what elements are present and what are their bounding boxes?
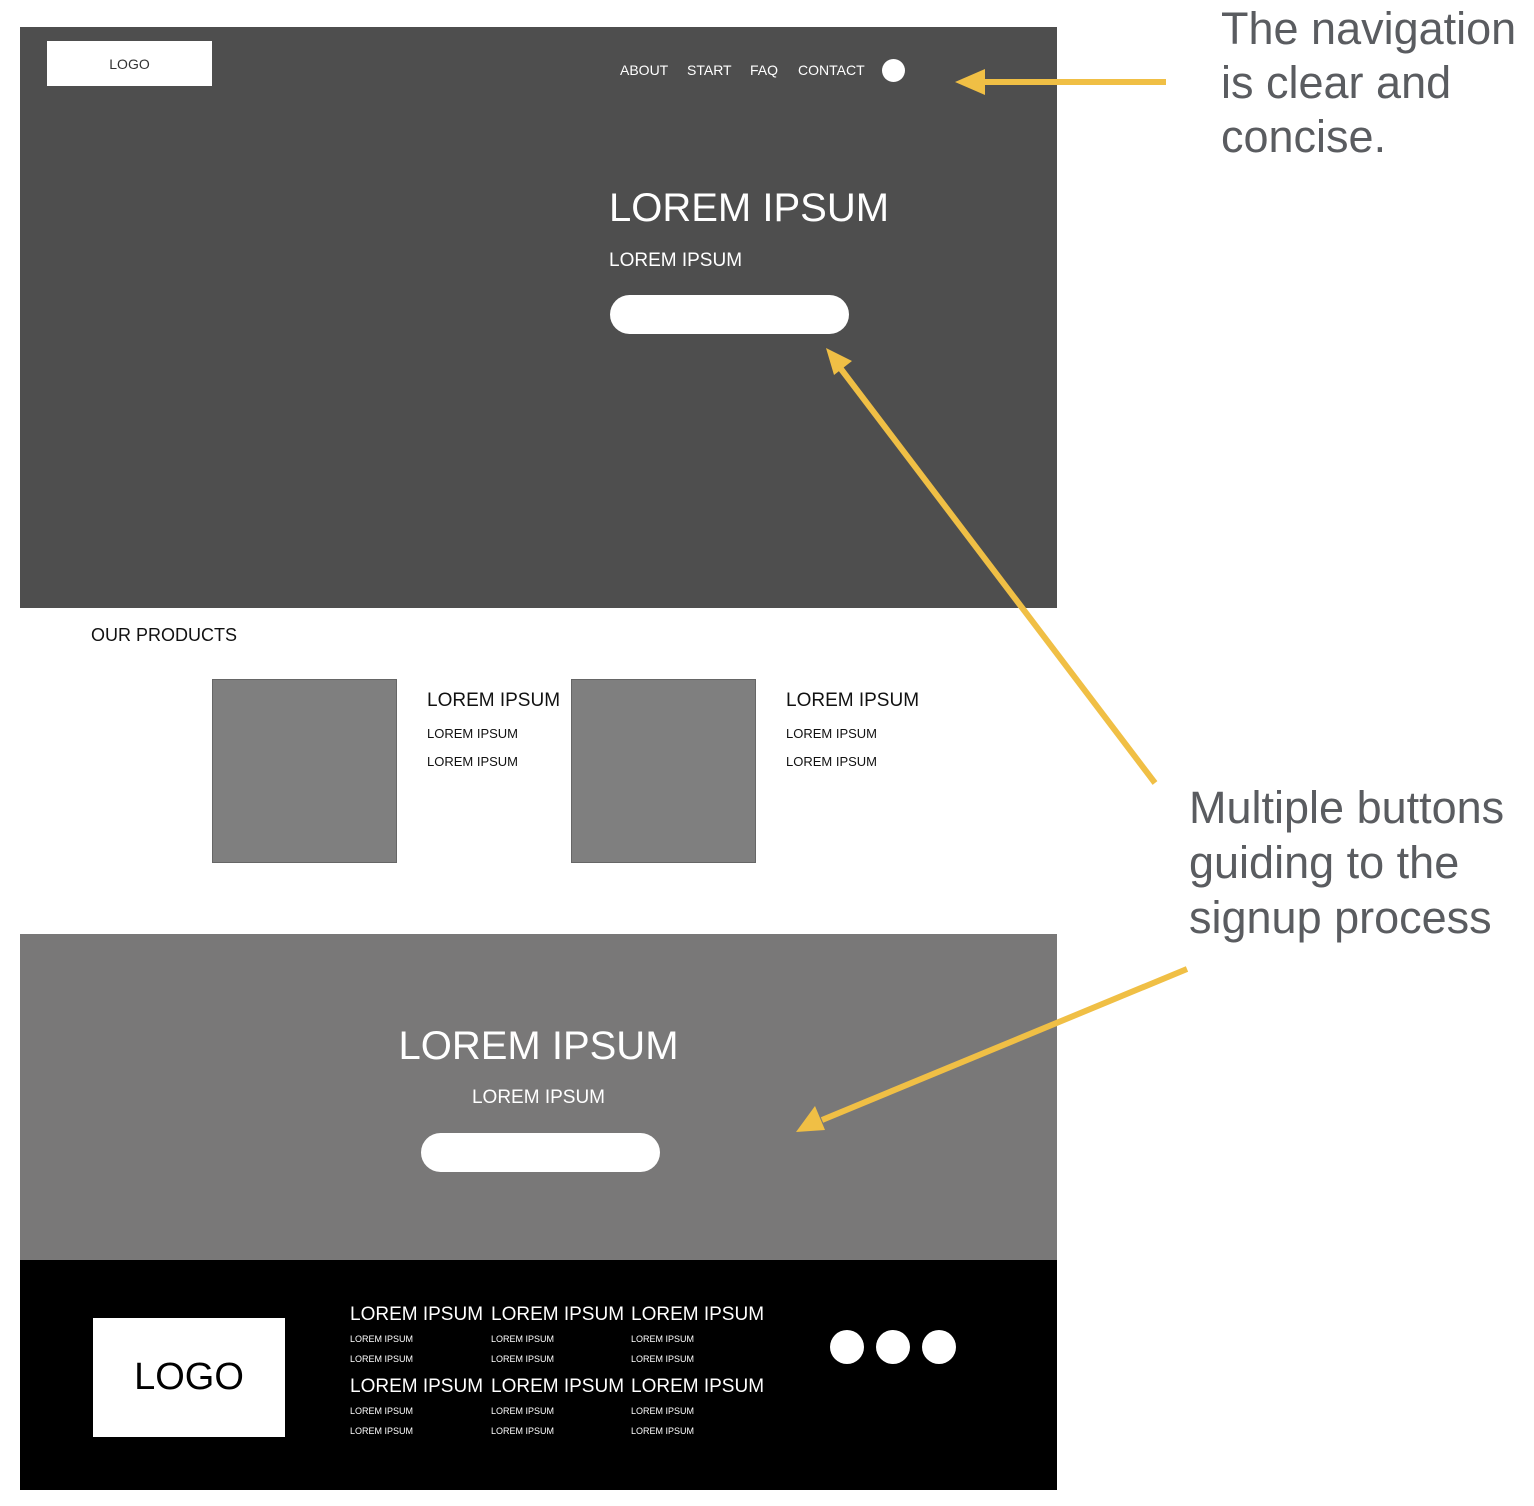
nav-start-link[interactable]: START bbox=[687, 62, 732, 79]
nav-about-link[interactable]: ABOUT bbox=[620, 62, 668, 79]
hero-subtitle: LOREM IPSUM bbox=[609, 250, 743, 271]
footer-column-title[interactable]: LOREM IPSUM bbox=[631, 1376, 764, 1398]
products-heading: OUR PRODUCTS bbox=[91, 625, 238, 645]
product-detail: LOREM IPSUM bbox=[427, 726, 519, 741]
product-image[interactable] bbox=[212, 679, 397, 863]
cta-signup-button[interactable] bbox=[421, 1133, 660, 1172]
footer-link[interactable]: LOREM IPSUM bbox=[350, 1406, 413, 1417]
annotation-buttons-line: guiding to the bbox=[1189, 837, 1460, 888]
annotation-buttons-line: signup process bbox=[1189, 892, 1492, 943]
nav-profile-icon[interactable] bbox=[882, 59, 905, 82]
product-title: LOREM IPSUM bbox=[786, 690, 920, 711]
footer-column-title[interactable]: LOREM IPSUM bbox=[631, 1304, 764, 1326]
annotation-navigation-line: is clear and bbox=[1221, 57, 1452, 108]
social-icon[interactable] bbox=[830, 1330, 864, 1364]
footer-link[interactable]: LOREM IPSUM bbox=[491, 1334, 554, 1345]
nav-contact-link[interactable]: CONTACT bbox=[798, 62, 865, 79]
footer-link[interactable]: LOREM IPSUM bbox=[631, 1426, 694, 1437]
footer-logo[interactable]: LOGO bbox=[93, 1318, 285, 1437]
cta-title: LOREM IPSUM bbox=[398, 1024, 679, 1068]
footer-link[interactable]: LOREM IPSUM bbox=[350, 1354, 413, 1365]
footer-link[interactable]: LOREM IPSUM bbox=[491, 1406, 554, 1417]
footer-column-title[interactable]: LOREM IPSUM bbox=[350, 1304, 483, 1326]
social-icon[interactable] bbox=[922, 1330, 956, 1364]
social-icon[interactable] bbox=[876, 1330, 910, 1364]
product-detail: LOREM IPSUM bbox=[427, 754, 519, 769]
footer-column-title[interactable]: LOREM IPSUM bbox=[350, 1376, 483, 1398]
footer-link[interactable]: LOREM IPSUM bbox=[491, 1426, 554, 1437]
hero-signup-button[interactable] bbox=[610, 295, 849, 334]
product-image[interactable] bbox=[571, 679, 756, 863]
header-logo[interactable]: LOGO bbox=[47, 41, 212, 86]
footer-link[interactable]: LOREM IPSUM bbox=[631, 1354, 694, 1365]
hero-section bbox=[20, 27, 1057, 608]
product-title: LOREM IPSUM bbox=[427, 690, 561, 711]
footer-link[interactable]: LOREM IPSUM bbox=[631, 1406, 694, 1417]
annotation-navigation-line: concise. bbox=[1221, 111, 1387, 162]
header-logo-text: LOGO bbox=[109, 55, 150, 72]
nav-faq-link[interactable]: FAQ bbox=[750, 62, 778, 79]
footer-link[interactable]: LOREM IPSUM bbox=[350, 1426, 413, 1437]
footer-link[interactable]: LOREM IPSUM bbox=[350, 1334, 413, 1345]
cta-subtitle: LOREM IPSUM bbox=[471, 1087, 606, 1108]
footer-link[interactable]: LOREM IPSUM bbox=[491, 1354, 554, 1365]
product-detail: LOREM IPSUM bbox=[786, 754, 878, 769]
annotation-navigation-line: The navigation bbox=[1221, 3, 1517, 54]
hero-title: LOREM IPSUM bbox=[609, 186, 890, 230]
footer-link[interactable]: LOREM IPSUM bbox=[631, 1334, 694, 1345]
footer-column-title[interactable]: LOREM IPSUM bbox=[491, 1376, 624, 1398]
annotation-buttons-line: Multiple buttons bbox=[1189, 782, 1505, 833]
footer-logo-text: LOGO bbox=[134, 1356, 244, 1398]
footer-column-title[interactable]: LOREM IPSUM bbox=[491, 1304, 624, 1326]
product-detail: LOREM IPSUM bbox=[786, 726, 878, 741]
